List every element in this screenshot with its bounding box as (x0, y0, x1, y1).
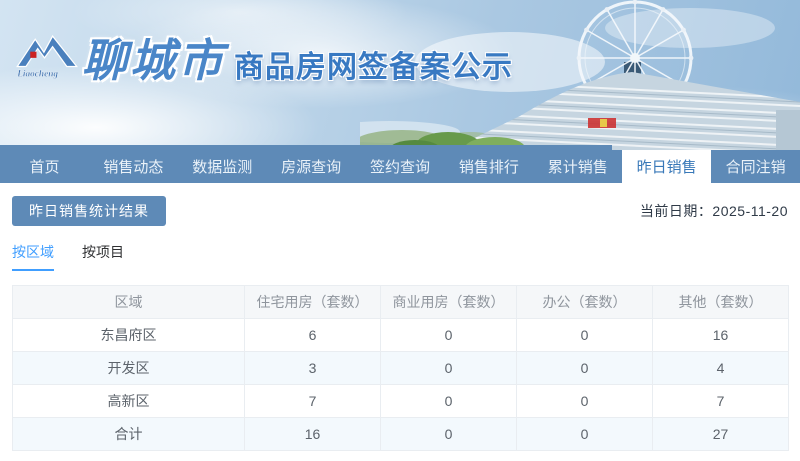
nav-item-listing-query[interactable]: 房源查询 (267, 150, 356, 183)
col-header-residential: 住宅用房（套数） (244, 285, 381, 319)
table-cell: 6 (244, 318, 381, 352)
toolbar: 昨日销售统计结果 当前日期：2025-11-20 (12, 196, 788, 226)
table-cell: 东昌府区 (12, 318, 245, 352)
current-date-value: 2025-11-20 (712, 203, 788, 219)
table-cell: 7 (244, 384, 381, 418)
view-tabs: 按区域 按项目 (12, 242, 788, 271)
col-header-other: 其他（套数） (652, 285, 789, 319)
nav-item-sales-trends[interactable]: 销售动态 (89, 150, 178, 183)
table-cell: 27 (652, 417, 789, 451)
table-cell: 0 (380, 318, 517, 352)
nav-item-yesterday-sales[interactable]: 昨日销售 (622, 150, 712, 183)
table-cell: 16 (244, 417, 381, 451)
banner-bottom-strip (0, 145, 612, 150)
table-cell: 3 (244, 351, 381, 385)
table-cell: 0 (516, 384, 653, 418)
table-row: 高新区 7 0 0 7 (12, 384, 789, 418)
yesterday-stats-button[interactable]: 昨日销售统计结果 (12, 196, 166, 226)
table-row: 开发区 3 0 0 4 (12, 351, 789, 385)
table-cell: 合计 (12, 417, 245, 451)
banner: Liaocheng 聊城市 商品房网签备案公示 (0, 0, 800, 150)
logo-text: Liaocheng (16, 69, 58, 79)
col-header-office: 办公（套数） (516, 285, 653, 319)
nav-item-home[interactable]: 首页 (0, 150, 89, 183)
table-cell: 7 (652, 384, 789, 418)
current-date-label: 当前日期： (639, 203, 713, 219)
table-cell: 0 (380, 417, 517, 451)
col-header-district: 区域 (12, 285, 245, 319)
nav-item-signing-query[interactable]: 签约查询 (356, 150, 445, 183)
table-header-row: 区域 住宅用房（套数） 商业用房（套数） 办公（套数） 其他（套数） (12, 285, 789, 319)
table-cell: 开发区 (12, 351, 245, 385)
main-content: 昨日销售统计结果 当前日期：2025-11-20 按区域 按项目 区域 住宅用房… (0, 196, 800, 451)
current-date: 当前日期：2025-11-20 (640, 201, 788, 221)
city-name: 聊城市 (82, 35, 227, 86)
main-nav: 首页 销售动态 数据监测 房源查询 签约查询 销售排行 累计销售 昨日销售 合同… (0, 150, 800, 183)
page-title: 商品房网签备案公示 (234, 51, 514, 84)
col-header-commercial: 商业用房（套数） (380, 285, 517, 319)
tab-by-district[interactable]: 按区域 (12, 242, 54, 271)
liaocheng-logo: Liaocheng (16, 35, 78, 80)
district-sales-table: 区域 住宅用房（套数） 商业用房（套数） 办公（套数） 其他（套数） 东昌府区 … (12, 285, 789, 451)
page: Liaocheng 聊城市 商品房网签备案公示 首页 销售动态 数据监测 房源查… (0, 0, 800, 461)
table-cell: 0 (380, 351, 517, 385)
table-cell: 0 (516, 318, 653, 352)
table-cell: 4 (652, 351, 789, 385)
table-cell: 16 (652, 318, 789, 352)
table-cell: 0 (380, 384, 517, 418)
table-cell: 高新区 (12, 384, 245, 418)
table-row-total: 合计 16 0 0 27 (12, 417, 789, 451)
table-row: 东昌府区 6 0 0 16 (12, 318, 789, 352)
table-cell: 0 (516, 417, 653, 451)
table-cell: 0 (516, 351, 653, 385)
tab-by-project[interactable]: 按项目 (82, 242, 124, 271)
nav-item-contract-cancel[interactable]: 合同注销 (711, 150, 800, 183)
nav-item-data-monitor[interactable]: 数据监测 (178, 150, 267, 183)
nav-item-cumulative-sales[interactable]: 累计销售 (533, 150, 622, 183)
brand: Liaocheng 聊城市 商品房网签备案公示 (16, 22, 513, 90)
nav-item-sales-ranking[interactable]: 销售排行 (444, 150, 533, 183)
